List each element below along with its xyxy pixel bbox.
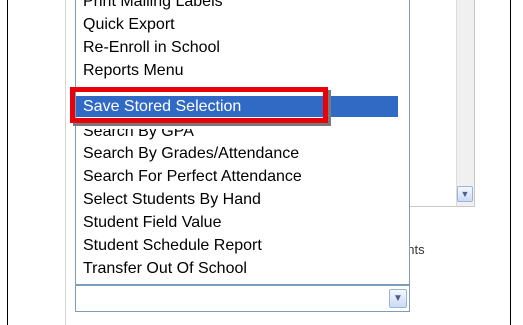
list-item[interactable]: Transfer Out Of School [83, 258, 247, 279]
list-item[interactable]: Reports Menu [83, 60, 184, 81]
background-listbox[interactable]: ▼ [407, 0, 475, 207]
content-divider [65, 0, 66, 325]
scroll-down-button[interactable]: ▼ [457, 186, 473, 202]
list-item[interactable]: Search By Grades/Attendance [83, 143, 299, 164]
chevron-down-icon: ▼ [460, 189, 470, 199]
report-select[interactable]: ▼ [75, 285, 410, 312]
list-item[interactable]: Select Students By Hand [83, 189, 261, 210]
list-item[interactable]: Search By GPA [83, 129, 194, 142]
background-scrollbar[interactable]: ▼ [456, 0, 474, 206]
highlight-callout [70, 87, 328, 123]
list-item[interactable]: Quick Export [83, 14, 175, 35]
chevron-down-icon: ▼ [393, 293, 403, 304]
list-item[interactable]: Student Field Value [83, 212, 221, 233]
dropdown-list[interactable]: Print Mailing Labels Quick Export Re-Enr… [75, 0, 410, 285]
list-item[interactable]: Print Mailing Labels [83, 0, 223, 12]
list-item[interactable]: Search For Perfect Attendance [83, 166, 302, 187]
dropdown-button[interactable]: ▼ [389, 289, 407, 308]
list-item[interactable]: Student Schedule Report [83, 235, 262, 256]
list-item[interactable]: Re-Enroll in School [83, 37, 220, 58]
